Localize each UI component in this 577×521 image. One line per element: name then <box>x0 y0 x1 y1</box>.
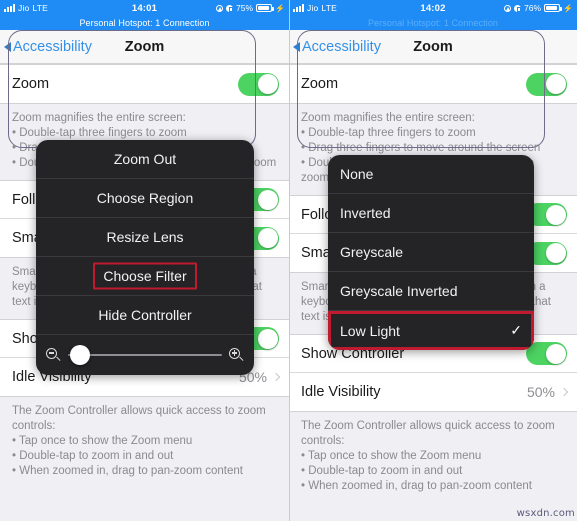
status-bar: Jio LTE 14:01 75% ⚡ <box>0 0 289 16</box>
menu-item-label: Greyscale <box>340 244 404 260</box>
watermark: wsxdn.com <box>516 508 575 519</box>
checkmark-icon: ✓ <box>510 322 522 338</box>
menu-item-label: Choose Region <box>96 190 194 206</box>
zoom-description-bullet: Double-tap three fingers to zoom <box>12 126 277 141</box>
location-arrow-icon <box>216 4 224 12</box>
status-bar-right: 76% ⚡ <box>504 3 573 13</box>
personal-hotspot-banner[interactable]: Personal Hotspot: 1 Connection <box>0 16 289 30</box>
zoom-description-intro: Zoom magnifies the entire screen: <box>301 112 475 124</box>
menu-item-hide-controller[interactable]: Hide Controller <box>36 296 254 335</box>
menu-item-label: Inverted <box>340 205 391 221</box>
idle-visibility-value: 50% <box>526 384 555 400</box>
battery-percent-label: 75% <box>236 3 254 13</box>
left-phone-screen: Jio LTE 14:01 75% ⚡ Personal Hotspot: 1 … <box>0 0 289 521</box>
row-zoom[interactable]: Zoom <box>0 65 289 103</box>
menu-item-zoom-out[interactable]: Zoom Out <box>36 140 254 179</box>
menu-item-label: Choose Filter <box>103 268 187 284</box>
menu-item-label: Zoom Out <box>113 151 177 167</box>
status-bar: Jio LTE 14:02 76% ⚡ <box>289 0 577 16</box>
menu-item-label: Greyscale Inverted <box>340 283 458 299</box>
panel-divider <box>289 0 290 521</box>
slider-thumb[interactable] <box>70 345 91 365</box>
zoom-controller-menu: Zoom Out Choose Region Resize Lens Choos… <box>36 140 254 375</box>
rotation-lock-icon <box>226 4 234 13</box>
menu-item-label: Resize Lens <box>106 229 184 245</box>
menu-item-label: Low Light <box>340 322 400 339</box>
navigation-bar: Accessibility Zoom <box>289 30 577 64</box>
controller-description-bullet: Double-tap to zoom in and out <box>12 449 277 464</box>
zoom-group: Zoom <box>289 64 577 104</box>
rotation-lock-icon <box>514 4 522 13</box>
zoom-description-intro: Zoom magnifies the entire screen: <box>12 112 186 124</box>
battery-icon <box>256 4 274 12</box>
zoom-description-bullet: Drag three fingers to move around the sc… <box>301 141 565 156</box>
page-title: Zoom <box>124 38 165 55</box>
zoom-group: Zoom <box>0 64 289 104</box>
location-arrow-icon <box>504 4 512 12</box>
zoom-level-slider[interactable] <box>68 345 222 365</box>
choose-filter-menu: None Inverted Greyscale Greyscale Invert… <box>328 155 534 350</box>
controller-description-bullet: When zoomed in, drag to pan-zoom content <box>301 479 565 494</box>
menu-item-resize-lens[interactable]: Resize Lens <box>36 218 254 257</box>
menu-item-choose-region[interactable]: Choose Region <box>36 179 254 218</box>
row-zoom-label: Zoom <box>12 76 50 92</box>
menu-item-low-light[interactable]: Low Light ✓ <box>328 311 534 350</box>
row-zoom-label: Zoom <box>301 76 339 92</box>
menu-item-label: None <box>340 166 374 182</box>
zoom-toggle[interactable] <box>526 72 567 96</box>
row-idle-visibility[interactable]: Idle Visibility 50% <box>289 373 577 411</box>
zoom-toggle[interactable] <box>238 72 279 96</box>
zoom-level-slider-row[interactable] <box>36 335 254 375</box>
screenshot-stage: Jio LTE 14:01 75% ⚡ Personal Hotspot: 1 … <box>0 0 577 521</box>
status-bar-right: 75% ⚡ <box>216 3 285 13</box>
menu-item-greyscale[interactable]: Greyscale <box>328 233 534 272</box>
personal-hotspot-banner[interactable]: Personal Hotspot: 1 Connection <box>289 16 577 30</box>
magnifier-minus-icon[interactable] <box>46 347 61 363</box>
controller-description-intro: The Zoom Controller allows quick access … <box>12 405 266 432</box>
menu-item-inverted[interactable]: Inverted <box>328 194 534 233</box>
page-title: Zoom <box>413 38 453 55</box>
charging-bolt-icon: ⚡ <box>275 3 285 13</box>
controller-description: The Zoom Controller allows quick access … <box>0 397 289 488</box>
chevron-right-icon <box>271 372 281 382</box>
controller-description-bullet: When zoomed in, drag to pan-zoom content <box>12 464 277 479</box>
controller-description-bullet: Tap once to show the Zoom menu <box>301 449 565 464</box>
controller-description: The Zoom Controller allows quick access … <box>289 412 577 503</box>
battery-percent-label: 76% <box>524 3 542 13</box>
battery-icon <box>544 4 562 12</box>
row-idle-visibility-label: Idle Visibility <box>301 384 381 400</box>
chevron-right-icon <box>559 387 569 397</box>
controller-description-bullet: Double-tap to zoom in and out <box>301 464 565 479</box>
zoom-description-bullet: Double-tap three fingers to zoom <box>301 126 565 141</box>
menu-item-greyscale-inverted[interactable]: Greyscale Inverted <box>328 272 534 311</box>
navigation-bar: Accessibility Zoom <box>0 30 289 64</box>
menu-item-choose-filter[interactable]: Choose Filter <box>36 257 254 296</box>
charging-bolt-icon: ⚡ <box>563 3 573 13</box>
controller-description-intro: The Zoom Controller allows quick access … <box>301 420 555 447</box>
magnifier-plus-icon[interactable] <box>229 347 244 363</box>
controller-description-bullet: Tap once to show the Zoom menu <box>12 434 277 449</box>
menu-item-label: Hide Controller <box>98 307 192 323</box>
menu-item-none[interactable]: None <box>328 155 534 194</box>
row-zoom[interactable]: Zoom <box>289 65 577 103</box>
